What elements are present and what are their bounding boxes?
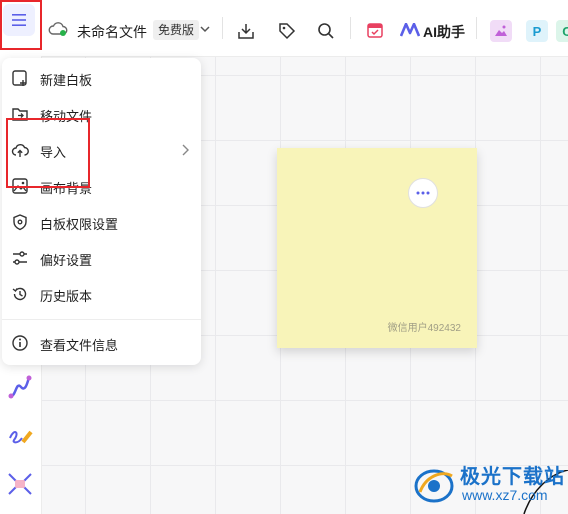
template-tool-icon[interactable] <box>6 470 34 498</box>
menu-item-label: 查看文件信息 <box>40 338 119 353</box>
lock-permission-icon <box>13 214 27 231</box>
file-name[interactable]: 未命名文件 <box>77 22 147 42</box>
watermark-logo-icon <box>414 469 454 503</box>
plan-badge: 免费版 <box>153 20 200 40</box>
more-dots-icon <box>416 191 430 195</box>
menu-item-label: 新建白板 <box>40 73 93 88</box>
menu-item-label: 历史版本 <box>40 289 93 304</box>
sliders-icon <box>13 251 27 265</box>
menu-item-preferences[interactable]: 偏好设置 <box>2 241 201 275</box>
new-board-icon <box>12 70 27 86</box>
chevron-right-icon <box>182 144 189 156</box>
connector-tool-icon[interactable] <box>6 373 34 401</box>
ai-logo-icon <box>400 22 420 38</box>
menu-divider <box>2 319 201 320</box>
comment-button[interactable] <box>408 178 438 208</box>
info-icon <box>12 335 28 351</box>
p-app-button[interactable]: P <box>526 20 548 42</box>
download-icon[interactable] <box>236 21 256 41</box>
menu-item-file-info[interactable]: 查看文件信息 <box>2 326 201 360</box>
watermark-url: www.xz7.com <box>462 487 548 503</box>
top-toolbar: 未命名文件 免费版 AI助手 P C <box>0 0 568 57</box>
watermark: 极光下载站 www.xz7.com <box>408 460 568 514</box>
sticky-author: 微信用户492432 <box>387 323 461 334</box>
c-app-button[interactable]: C <box>556 20 568 42</box>
calendar-icon[interactable] <box>365 20 385 40</box>
tag-icon[interactable] <box>277 21 297 41</box>
watermark-title: 极光下载站 <box>460 466 565 488</box>
search-icon[interactable] <box>316 21 336 41</box>
highlight-box-import <box>6 118 90 188</box>
menu-item-label: 白板权限设置 <box>40 217 119 232</box>
main-menu-dropdown: 新建白板 移动文件 导入 画布背景 白板权限设置 偏好设置 历史版本 查看文件信… <box>2 58 201 365</box>
history-icon <box>12 287 27 301</box>
cloud-saved-icon <box>48 21 68 37</box>
image-gen-icon[interactable] <box>490 20 512 42</box>
highlight-box-menu-button <box>0 0 42 50</box>
ai-assistant-button[interactable]: AI助手 <box>423 22 465 42</box>
menu-item-history[interactable]: 历史版本 <box>2 277 201 311</box>
chevron-down-icon[interactable] <box>199 24 211 34</box>
menu-item-label: 偏好设置 <box>40 253 93 268</box>
menu-item-new-board[interactable]: 新建白板 <box>2 61 201 95</box>
pen-tool-icon[interactable] <box>6 422 34 450</box>
sticky-note[interactable]: 微信用户492432 <box>277 148 477 348</box>
menu-item-permissions[interactable]: 白板权限设置 <box>2 205 201 239</box>
